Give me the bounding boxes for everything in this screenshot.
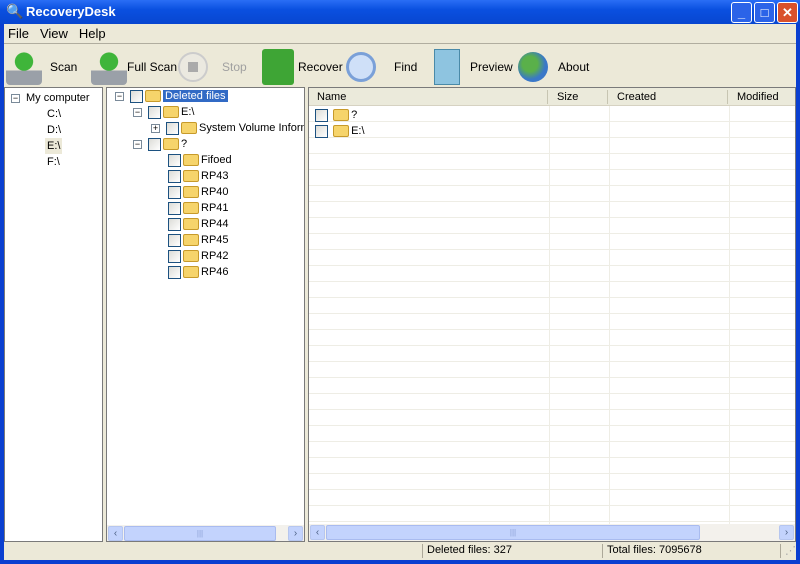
tree-node-my-computer[interactable]: − My computer [11,90,90,106]
checkbox[interactable] [168,233,181,247]
maximize-button[interactable]: □ [754,2,775,23]
table-row[interactable]: E:\ [315,123,365,139]
magnifier-icon: 🔍 [6,3,24,19]
window-title: RecoveryDesk [26,4,116,19]
tree-node-folder[interactable]: RP46 [168,264,229,280]
drive-d[interactable]: D:\ [47,122,61,138]
checkbox[interactable] [130,89,143,103]
toolbar: Scan Full Scan Stop Recover Find Preview… [4,46,796,88]
checkbox[interactable] [315,108,328,122]
folder-icon [333,125,350,138]
collapse-icon[interactable]: − [11,93,20,103]
checkbox[interactable] [168,217,181,231]
tree-node-folder[interactable]: RP41 [168,200,229,216]
folder-icon [181,122,197,135]
tree-node-deleted-files[interactable]: − Deleted files [115,88,228,104]
deleted-files-count: Deleted files: 327 [422,544,600,558]
drive-scan-icon [6,49,42,85]
main-window: File View Help Scan Full Scan Stop Recover… [4,24,796,560]
folder-icon [163,138,179,151]
checkbox[interactable] [168,169,181,183]
deleted-files-tree: − Deleted files − E:\ + System Volume Infor… [106,87,305,542]
stop-button[interactable]: Stop [178,46,247,88]
checkbox[interactable] [148,137,161,151]
tree-node-folder[interactable]: RP45 [168,232,229,248]
folder-icon [145,90,161,103]
folder-icon [183,186,199,199]
horizontal-scrollbar[interactable]: ‹ ||| › [309,524,795,541]
checkbox[interactable] [315,124,328,138]
scan-button[interactable]: Scan [6,46,77,88]
table-row[interactable]: ? [315,107,357,123]
checkbox[interactable] [168,249,181,263]
drive-c[interactable]: C:\ [47,106,61,122]
minimize-button[interactable]: _ [731,2,752,23]
stop-icon [178,52,208,82]
scroll-left-button[interactable]: ‹ [108,526,123,541]
tree-node-folder[interactable]: RP44 [168,216,229,232]
tree-node-unknown[interactable]: −? [133,136,187,152]
column-created[interactable]: Created [617,91,656,103]
scroll-thumb[interactable]: ||| [124,526,276,541]
folder-icon [183,154,199,167]
checkbox[interactable] [168,265,181,279]
checkbox[interactable] [168,185,181,199]
floppy-disk-icon [262,49,294,85]
file-rows: ? E:\ [309,106,795,524]
collapse-icon[interactable]: − [133,139,142,149]
close-button[interactable]: ✕ [777,2,798,23]
tree-node-folder[interactable]: RP43 [168,168,229,184]
recover-button[interactable]: Recover [262,46,343,88]
checkbox[interactable] [148,105,161,119]
find-button[interactable]: Find [346,46,417,88]
scroll-thumb[interactable]: ||| [326,525,700,540]
column-modified[interactable]: Modified [737,91,779,103]
menu-bar: File View Help [4,24,796,44]
file-list: Name Size Created Modified ? E:\ ‹ ||| › [308,87,796,542]
column-name[interactable]: Name [317,91,346,103]
drive-e[interactable]: E:\ [45,138,63,154]
checkbox[interactable] [168,201,181,215]
globe-icon [518,52,548,82]
collapse-icon[interactable]: − [133,107,142,117]
checkbox[interactable] [168,153,181,167]
preview-button[interactable]: Preview [434,46,513,88]
folder-icon [183,234,199,247]
tree-node-e[interactable]: − E:\ [133,104,194,120]
drive-f[interactable]: F:\ [47,154,60,170]
folder-icon [333,109,350,122]
menu-view[interactable]: View [36,24,72,41]
collapse-icon[interactable]: − [115,91,124,101]
tree-node-folder[interactable]: RP40 [168,184,229,200]
folder-icon [183,250,199,263]
folder-icon [163,106,179,119]
drives-tree: − My computer C:\ D:\ E:\ F:\ [4,87,103,542]
magnifier-icon [346,52,376,82]
total-files-count: Total files: 7095678 [602,544,778,558]
scroll-right-button[interactable]: › [288,526,303,541]
full-scan-button[interactable]: Full Scan [91,46,177,88]
checkbox[interactable] [166,121,179,135]
about-button[interactable]: About [518,46,589,88]
horizontal-scrollbar[interactable]: ‹ ||| › [107,525,304,541]
title-bar: 🔍 RecoveryDesk _ □ ✕ [0,0,800,24]
expand-icon[interactable]: + [151,123,160,133]
scroll-right-button[interactable]: › [779,525,794,540]
folder-icon [183,170,199,183]
tree-node-folder[interactable]: RP42 [168,248,229,264]
tree-node-folder[interactable]: Fifoed [168,152,232,168]
folder-icon [183,266,199,279]
folder-icon [183,218,199,231]
resize-grip-icon[interactable]: ⋰ [780,544,796,558]
folder-icon [183,202,199,215]
drive-full-scan-icon [91,49,127,85]
column-size[interactable]: Size [557,91,578,103]
tree-node-system-volume[interactable]: + System Volume Inform [151,120,304,136]
menu-help[interactable]: Help [75,24,110,41]
status-bar: Deleted files: 327 Total files: 7095678 … [4,542,796,560]
eye-document-icon [434,49,460,85]
menu-file[interactable]: File [4,24,33,41]
file-list-header: Name Size Created Modified [309,88,795,106]
scroll-left-button[interactable]: ‹ [310,525,325,540]
